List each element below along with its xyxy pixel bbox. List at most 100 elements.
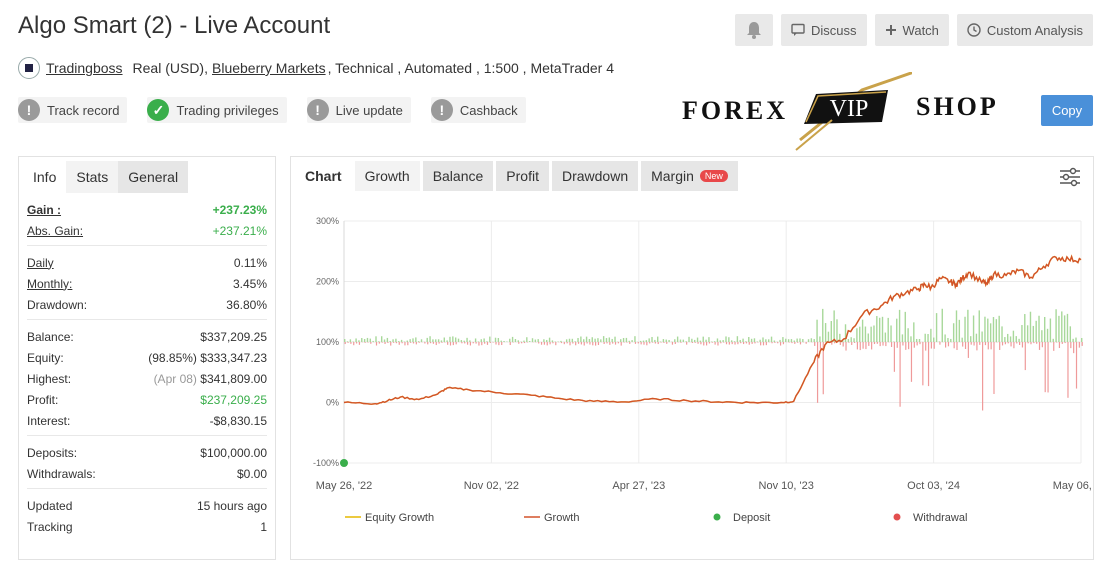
- profit-bar: [1075, 337, 1077, 342]
- loss-bar: [390, 342, 392, 346]
- bell-button[interactable]: [735, 14, 774, 46]
- profit-bar: [443, 337, 445, 342]
- profit-bar: [930, 328, 932, 342]
- loss-bar: [486, 342, 489, 345]
- profit-bar: [898, 309, 901, 342]
- profit-bar: [762, 337, 764, 342]
- loss-bar: [634, 342, 637, 344]
- tab-balance[interactable]: Balance: [422, 161, 494, 191]
- loss-bar: [902, 342, 904, 346]
- badge-trading-privileges[interactable]: ✓ Trading privileges: [147, 97, 287, 123]
- tab-chart[interactable]: Chart: [295, 161, 352, 191]
- loss-bar: [720, 342, 722, 344]
- loss-bar: [845, 342, 847, 351]
- profit-bar: [355, 338, 357, 342]
- drawdown-label: Drawdown:: [27, 297, 88, 312]
- tab-margin[interactable]: Margin New: [641, 161, 738, 191]
- profit-bar: [497, 338, 500, 342]
- loss-bar: [549, 342, 551, 345]
- profit-bar: [827, 331, 830, 342]
- profit-bar: [1024, 314, 1026, 342]
- equity-pct: (98.85%): [148, 350, 197, 365]
- loss-bar: [555, 342, 557, 346]
- profit-bar: [876, 316, 878, 342]
- loss-bar: [475, 342, 477, 344]
- legend-swatch: [893, 513, 901, 521]
- badge-live-update[interactable]: ! Live update: [306, 97, 411, 123]
- profit-bar: [807, 339, 810, 342]
- loss-bar: [853, 342, 856, 343]
- tab-growth[interactable]: Growth: [354, 161, 420, 191]
- loss-bar: [398, 342, 400, 345]
- loss-bar: [492, 342, 494, 343]
- profit-bar: [474, 338, 477, 342]
- new-badge: New: [699, 170, 728, 182]
- updated-value: 15 hours ago: [196, 498, 267, 513]
- loss-bar: [976, 342, 978, 351]
- profit-bar: [1029, 311, 1032, 342]
- profit-bar: [1049, 318, 1052, 342]
- tab-info[interactable]: Info: [23, 161, 67, 193]
- tab-stats[interactable]: Stats: [66, 161, 119, 193]
- loss-bar: [1016, 342, 1018, 344]
- watch-label: Watch: [902, 22, 939, 38]
- profit-bar: [463, 340, 465, 342]
- badge-label: Trading privileges: [176, 102, 279, 118]
- daily-label[interactable]: Daily: [27, 256, 54, 270]
- custom-analysis-button[interactable]: Custom Analysis: [956, 14, 1093, 46]
- profit-bar: [435, 339, 437, 342]
- badge-track-record[interactable]: ! Track record: [18, 97, 128, 123]
- loss-bar: [782, 342, 785, 345]
- profit-bar: [674, 339, 676, 342]
- stat-row-monthly: Monthly: 3.45%: [27, 273, 267, 294]
- profit-bar: [748, 337, 750, 342]
- loss-bar: [438, 342, 440, 344]
- tab-profit[interactable]: Profit: [496, 161, 549, 191]
- user-link[interactable]: Tradingboss: [46, 60, 123, 76]
- x-tick-label: May 26, '22: [316, 480, 373, 492]
- profit-bar: [765, 339, 767, 342]
- loss-bar: [694, 342, 696, 343]
- exclamation-icon: !: [430, 99, 453, 121]
- loss-bar: [381, 342, 383, 343]
- profit-bar: [1046, 328, 1049, 342]
- profit-bar: [901, 334, 904, 342]
- loss-bar: [797, 342, 799, 343]
- profit-bar: [1072, 338, 1074, 342]
- chart-tabs: Chart Growth Balance Profit Drawdown Mar…: [295, 161, 738, 191]
- monthly-label[interactable]: Monthly:: [27, 277, 72, 291]
- discuss-button[interactable]: Discuss: [781, 14, 867, 46]
- profit-bar: [631, 340, 633, 342]
- loss-bar: [552, 342, 554, 344]
- broker-link[interactable]: Blueberry Markets: [212, 60, 326, 76]
- profit-bar: [571, 338, 574, 342]
- profit-bar: [440, 340, 443, 342]
- profit-bar: [1044, 316, 1046, 342]
- loss-bar: [592, 342, 594, 346]
- badge-cashback[interactable]: ! Cashback: [430, 97, 526, 123]
- loss-bar: [347, 342, 349, 343]
- profit-bar: [910, 336, 912, 342]
- profit-bar: [412, 338, 414, 342]
- profit-bar: [409, 339, 411, 342]
- profit-bar: [896, 318, 898, 342]
- loss-bar: [1075, 342, 1078, 389]
- tab-drawdown[interactable]: Drawdown: [551, 161, 639, 191]
- loss-bar: [589, 342, 591, 345]
- profit-bar: [1055, 309, 1057, 342]
- loss-bar: [873, 342, 876, 345]
- loss-bar: [344, 342, 346, 345]
- profit-bar: [514, 339, 517, 342]
- loss-bar: [788, 342, 790, 343]
- copy-button[interactable]: Copy: [1041, 95, 1093, 126]
- loss-bar: [697, 342, 699, 344]
- loss-bar: [512, 342, 514, 343]
- profit-bar: [745, 341, 747, 342]
- watch-button[interactable]: Watch: [874, 14, 949, 46]
- abs-gain-label[interactable]: Abs. Gain:: [27, 224, 83, 238]
- chart-settings-button[interactable]: [1059, 167, 1081, 192]
- gain-label[interactable]: Gain :: [27, 203, 61, 217]
- loss-bar: [429, 342, 432, 344]
- tab-general[interactable]: General: [118, 161, 189, 193]
- check-icon: ✓: [147, 99, 170, 121]
